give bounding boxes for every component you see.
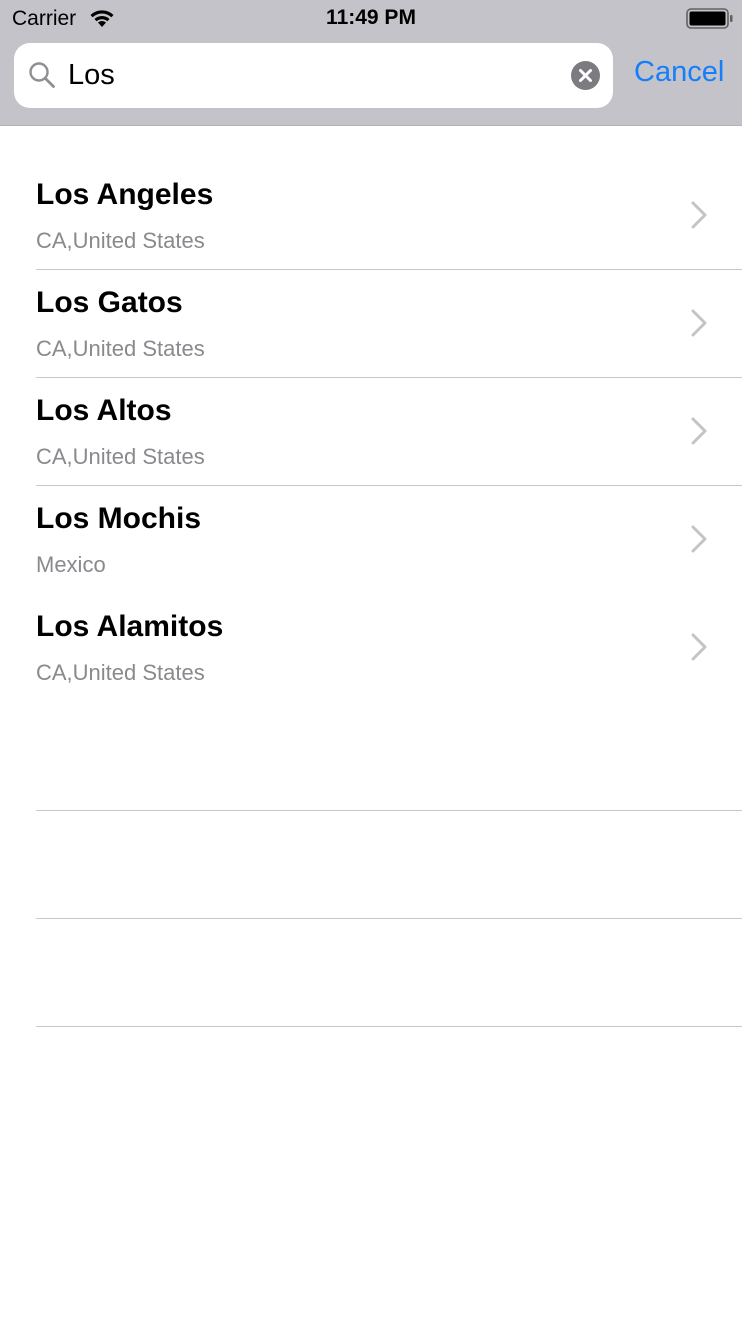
row-separator	[36, 810, 742, 811]
cancel-button[interactable]: Cancel	[634, 56, 724, 89]
city-name: Los Altos	[36, 394, 172, 427]
chevron-right-icon	[691, 417, 707, 445]
chevron-right-icon	[691, 201, 707, 229]
status-bar: Carrier 11:49 PM	[0, 0, 742, 38]
search-icon	[29, 62, 55, 88]
row-separator	[36, 1026, 742, 1027]
chevron-right-icon	[691, 633, 707, 661]
region-name: CA,United States	[36, 660, 205, 685]
battery-icon	[686, 8, 733, 29]
row-separator	[36, 269, 742, 270]
result-row[interactable]: Los Altos CA,United States	[0, 342, 742, 469]
result-row[interactable]: Los Angeles CA,United States	[0, 126, 742, 253]
row-separator	[36, 485, 742, 486]
search-header: Carrier 11:49 PM Cancel	[0, 0, 742, 126]
chevron-right-icon	[691, 309, 707, 337]
city-name: Los Gatos	[36, 286, 183, 319]
city-name: Los Angeles	[36, 178, 214, 211]
result-row[interactable]: Los Alamitos CA,United States	[0, 558, 742, 685]
row-separator	[36, 918, 742, 919]
result-row[interactable]: Los Gatos CA,United States	[0, 234, 742, 361]
row-separator	[36, 377, 742, 378]
search-field[interactable]	[14, 43, 613, 108]
chevron-right-icon	[691, 525, 707, 553]
city-name: Los Mochis	[36, 502, 202, 535]
search-input[interactable]	[68, 53, 558, 98]
city-name: Los Alamitos	[36, 610, 224, 643]
clear-search-icon[interactable]	[571, 61, 600, 90]
result-row[interactable]: Los Mochis Mexico	[0, 450, 742, 577]
clock-time: 11:49 PM	[326, 6, 416, 29]
